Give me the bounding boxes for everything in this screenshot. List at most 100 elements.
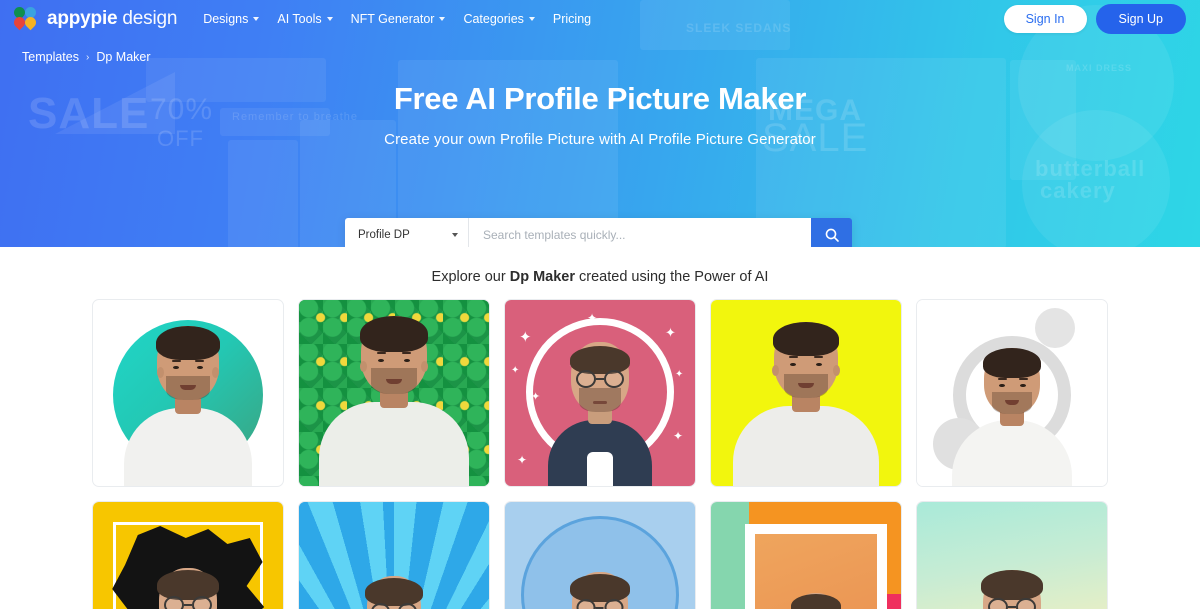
breadcrumb: Templates › Dp Maker — [0, 38, 1200, 64]
search-category-select[interactable]: Profile DP — [345, 218, 469, 247]
glasses-icon — [371, 603, 417, 609]
nav-item-nft-generator[interactable]: NFT Generator — [351, 12, 446, 26]
template-card-cyan-rays-dp[interactable] — [298, 501, 490, 609]
template-grid-row-2 — [0, 501, 1200, 609]
page-title: Free AI Profile Picture Maker — [393, 81, 807, 116]
nav-item-pricing-label: Pricing — [552, 12, 592, 26]
template-card-yellow-splash-dp[interactable] — [92, 501, 284, 609]
portrait-ear-left — [360, 361, 367, 372]
template-card-pink-stars-ring-dp[interactable]: ✦ ✦ ✦ ✦ ✦ ✦ ✦ ✦ ✦ ✦ — [504, 299, 696, 487]
nav-item-categories[interactable]: Categories — [463, 12, 535, 26]
breadcrumb-separator-icon: › — [85, 51, 90, 63]
portrait-figure — [129, 558, 247, 609]
search-category-value: Profile DP — [358, 228, 410, 241]
nav-item-designs-label: Designs — [203, 12, 249, 26]
nav-items: Designs AI Tools NFT Generator Categorie… — [203, 12, 591, 26]
portrait-body — [124, 408, 252, 486]
main-content: Explore our Dp Maker created using the P… — [0, 247, 1200, 609]
star-icon: ✦ — [531, 391, 541, 403]
search-submit-button[interactable] — [811, 218, 852, 247]
nav-item-pricing[interactable]: Pricing — [553, 12, 591, 26]
appypie-logo-icon — [11, 4, 40, 31]
portrait-eye-left — [378, 358, 384, 362]
explore-prefix: Explore our — [431, 269, 510, 285]
template-card-mint-cream-gradient-dp[interactable] — [916, 501, 1108, 609]
chevron-down-icon — [528, 17, 535, 21]
template-grid-row-1: ✦ ✦ ✦ ✦ ✦ ✦ ✦ ✦ ✦ ✦ — [0, 299, 1200, 487]
bg-text-cakery: cakery — [1040, 178, 1116, 203]
portrait-figure — [113, 318, 263, 486]
template-card-yellow-block-dp[interactable] — [710, 299, 902, 487]
portrait-hair — [981, 570, 1043, 600]
sign-up-button[interactable]: Sign Up — [1095, 4, 1186, 34]
sign-in-button[interactable]: Sign In — [1003, 5, 1087, 33]
glasses-icon — [576, 370, 624, 390]
brand-light-text: design — [122, 8, 178, 29]
portrait-beard — [992, 392, 1032, 414]
hero-banner: SALE 70% OFF Remember to breathe MEGA SA… — [0, 0, 1200, 247]
portrait-body — [952, 420, 1072, 486]
template-card-grey-shapes-dp[interactable] — [916, 299, 1108, 487]
portrait-hair — [791, 594, 841, 609]
explore-heading: Explore our Dp Maker created using the P… — [0, 247, 1200, 299]
portrait-beard — [784, 374, 828, 398]
template-card-color-block-frame-dp[interactable] — [710, 501, 902, 609]
template-search-bar: Profile DP — [345, 218, 852, 247]
portrait-eye-left — [173, 365, 179, 369]
portrait-body — [319, 402, 469, 486]
portrait-figure — [543, 562, 657, 609]
portrait-brow-left — [998, 377, 1007, 380]
nav-item-categories-label: Categories — [463, 12, 524, 26]
template-card-green-pattern-dp[interactable] — [298, 299, 490, 487]
nav-item-ai-tools-label: AI Tools — [277, 12, 322, 26]
explore-suffix: created using the Power of AI — [575, 269, 769, 285]
portrait-ear-right — [421, 361, 428, 372]
portrait-brow-right — [1019, 377, 1028, 380]
portrait-shirt — [587, 452, 613, 486]
portrait-eye-right — [197, 365, 203, 369]
portrait-eye-right — [1020, 383, 1026, 387]
chevron-down-icon — [326, 17, 333, 21]
brand-wordmark: appypie design — [47, 8, 177, 30]
search-icon — [825, 228, 839, 242]
chevron-down-icon — [253, 17, 260, 21]
nav-item-designs[interactable]: Designs — [203, 12, 260, 26]
bg-text-butterball: butterball — [1035, 156, 1146, 181]
brand-logo[interactable]: appypie design — [11, 4, 177, 31]
portrait-ear-right — [212, 367, 219, 378]
brand-bold-text: appypie — [47, 8, 118, 29]
star-icon: ✦ — [511, 365, 520, 376]
portrait-figure — [314, 308, 474, 486]
bg-text-maxi-dress: MAXI DRESS — [1066, 63, 1133, 73]
breadcrumb-templates-link[interactable]: Templates — [22, 50, 79, 64]
explore-highlight: Dp Maker — [509, 269, 575, 285]
portrait-eye-left — [999, 383, 1005, 387]
portrait-hair — [365, 578, 423, 606]
inner-photo — [755, 534, 877, 609]
portrait-hair — [570, 574, 630, 602]
portrait-eye-right — [816, 362, 822, 366]
portrait-ear-left — [157, 367, 164, 378]
star-icon: ✦ — [665, 325, 676, 340]
portrait-figure — [339, 564, 449, 609]
glasses-icon — [988, 598, 1036, 609]
search-input[interactable] — [469, 218, 811, 247]
portrait-brow-right — [195, 359, 204, 362]
template-card-blue-circle-dp[interactable] — [504, 501, 696, 609]
hero-copy: Free AI Profile Picture Maker Create you… — [0, 81, 1200, 148]
portrait-figure — [728, 314, 884, 486]
portrait-hair — [983, 348, 1041, 378]
portrait-figure — [770, 584, 862, 609]
star-icon: ✦ — [675, 369, 684, 380]
auth-buttons: Sign In Sign Up — [1003, 4, 1186, 34]
chevron-down-icon — [452, 232, 458, 237]
template-card-teal-circle-dp[interactable] — [92, 299, 284, 487]
portrait-brow-right — [814, 355, 823, 358]
bg-card-b — [228, 140, 298, 247]
portrait-body — [733, 406, 879, 486]
portrait-beard — [371, 368, 417, 394]
portrait-beard — [579, 388, 621, 412]
nav-item-ai-tools[interactable]: AI Tools — [277, 12, 333, 26]
portrait-brow-left — [789, 355, 798, 358]
portrait-hair — [773, 322, 839, 356]
